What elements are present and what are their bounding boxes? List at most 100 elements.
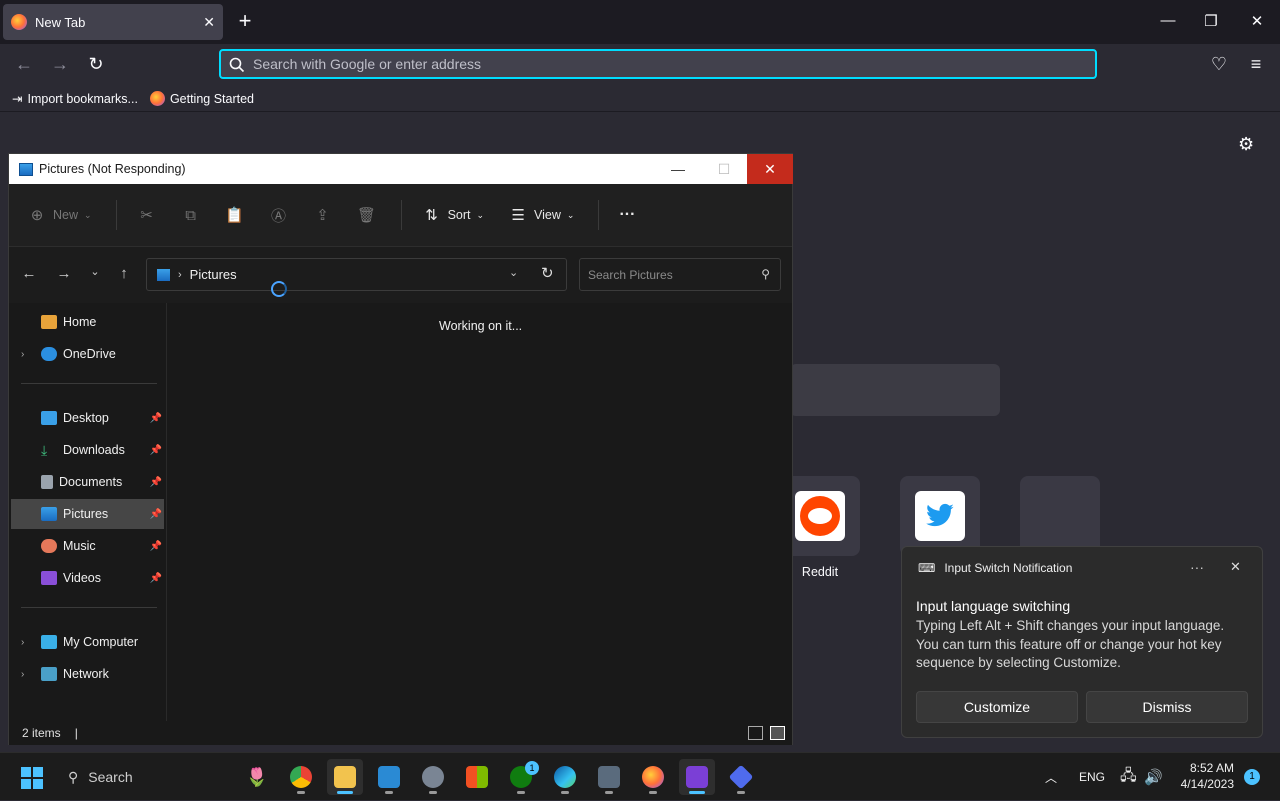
search-input[interactable]: Search Pictures ⚲: [579, 258, 781, 291]
chevron-down-icon: ⌄: [84, 209, 92, 220]
pictures-icon: [41, 507, 57, 521]
nav-item-pictures[interactable]: Pictures 📌: [11, 499, 164, 529]
chevron-right-icon[interactable]: ›: [21, 637, 24, 648]
customize-button[interactable]: Customize: [916, 691, 1078, 723]
taskbar-edge[interactable]: [547, 759, 583, 795]
pin-icon[interactable]: 📌: [150, 413, 162, 424]
shortcut-tile-twitter[interactable]: [900, 476, 980, 556]
pin-icon[interactable]: 📌: [150, 573, 162, 584]
tiles-view-icon[interactable]: [770, 726, 785, 740]
language-indicator[interactable]: ENG: [1079, 753, 1105, 801]
window-title: Pictures (Not Responding): [39, 162, 186, 176]
new-button[interactable]: ⊕ New ⌄: [27, 206, 92, 224]
taskbar-search[interactable]: ⚲ Search 🌷: [58, 759, 278, 795]
bookmark-getting-started[interactable]: Getting Started: [149, 91, 255, 106]
start-button[interactable]: [21, 767, 43, 789]
address-bar[interactable]: Search with Google or enter address: [219, 49, 1097, 79]
chevron-up-icon: ︿: [1045, 770, 1058, 785]
back-button[interactable]: ←: [13, 53, 35, 75]
refresh-icon[interactable]: ↻: [541, 264, 554, 282]
nav-item-documents[interactable]: Documents 📌: [11, 467, 164, 497]
reload-button[interactable]: ↻: [85, 53, 107, 75]
pin-icon[interactable]: 📌: [150, 477, 162, 488]
chevron-right-icon[interactable]: ›: [21, 349, 24, 360]
view-button[interactable]: ☰ View ⌄: [508, 206, 574, 224]
menu-button[interactable]: ≡: [1245, 53, 1267, 75]
nav-item-my-computer[interactable]: › My Computer: [11, 627, 164, 657]
address-bar[interactable]: › Pictures ⌄ ↻: [146, 258, 567, 291]
copy-button[interactable]: ⧉: [181, 206, 201, 224]
notification-app: Input Switch Notification: [944, 561, 1073, 575]
forward-button[interactable]: →: [54, 265, 74, 282]
more-options-button[interactable]: ···: [1190, 559, 1204, 575]
running-indicator: [605, 791, 613, 794]
taskbar-monitor-app[interactable]: [591, 759, 627, 795]
pocket-icon[interactable]: ♡: [1208, 53, 1230, 75]
taskbar-chrome[interactable]: [283, 759, 319, 795]
volume-icon: 🔊: [1144, 769, 1163, 786]
share-button[interactable]: ⇪: [313, 206, 333, 224]
recent-locations-button[interactable]: ⌄: [85, 265, 105, 278]
taskbar-power-automate[interactable]: [723, 759, 759, 795]
network-status[interactable]: 🖧: [1120, 753, 1137, 801]
taskbar-xbox[interactable]: 1: [503, 759, 539, 795]
nav-item-videos[interactable]: Videos 📌: [11, 563, 164, 593]
dismiss-button[interactable]: Dismiss: [1086, 691, 1248, 723]
cut-button[interactable]: ✂: [137, 206, 157, 224]
up-button[interactable]: ↑: [114, 265, 134, 282]
navigation-pane: Home › OneDrive Desktop 📌 ⤓ Downloads 📌 …: [9, 303, 167, 721]
pin-icon[interactable]: 📌: [150, 541, 162, 552]
shortcut-tile-empty[interactable]: [1020, 476, 1100, 556]
status-separator: |: [74, 726, 78, 740]
close-window-button[interactable]: ✕: [1247, 12, 1267, 30]
newtab-search-box[interactable]: [790, 364, 1000, 416]
more-options-button[interactable]: ···: [619, 206, 635, 224]
sort-button[interactable]: ⇅ Sort ⌄: [422, 206, 484, 224]
chevron-down-icon[interactable]: ⌄: [509, 266, 518, 279]
file-list-pane[interactable]: Working on it...: [167, 303, 792, 721]
taskbar-file-explorer[interactable]: [327, 759, 363, 795]
close-button[interactable]: ✕: [1230, 559, 1241, 575]
windows-logo-icon: [21, 779, 31, 789]
details-view-icon[interactable]: [748, 726, 763, 740]
delete-button[interactable]: 🗑: [357, 206, 377, 224]
forward-button[interactable]: →: [49, 53, 71, 75]
bookmark-label: Getting Started: [169, 91, 255, 106]
taskbar-settings[interactable]: [415, 759, 451, 795]
restore-button[interactable]: ❐: [1201, 12, 1221, 30]
nav-item-network[interactable]: › Network: [11, 659, 164, 689]
nav-item-music[interactable]: Music 📌: [11, 531, 164, 561]
explorer-titlebar[interactable]: Pictures (Not Responding) — ☐ ✕: [9, 154, 793, 184]
search-icon: ⚲: [761, 267, 770, 281]
minimize-button[interactable]: —: [655, 154, 701, 184]
nav-label: Downloads: [63, 443, 125, 457]
nav-item-home[interactable]: Home: [11, 307, 164, 337]
minimize-button[interactable]: —: [1158, 12, 1178, 29]
tab-close-icon[interactable]: ✕: [203, 14, 215, 31]
taskbar-mail[interactable]: [371, 759, 407, 795]
maximize-button[interactable]: ☐: [701, 154, 747, 184]
taskbar-firefox[interactable]: [635, 759, 671, 795]
nav-item-desktop[interactable]: Desktop 📌: [11, 403, 164, 433]
new-tab-button[interactable]: +: [235, 10, 255, 34]
show-hidden-icons-button[interactable]: ︿: [1045, 753, 1057, 801]
taskbar: ⚲ Search 🌷 1 ︿ ENG 🖧 🔊 8:52 AM 4/14/2023…: [0, 752, 1280, 800]
tab-new-tab[interactable]: New Tab ✕: [3, 4, 223, 40]
nav-item-onedrive[interactable]: › OneDrive: [11, 339, 164, 369]
pin-icon[interactable]: 📌: [150, 445, 162, 456]
taskbar-clipchamp[interactable]: [679, 759, 715, 795]
volume-control[interactable]: 🔊: [1144, 753, 1163, 801]
nav-item-downloads[interactable]: ⤓ Downloads 📌: [11, 435, 164, 465]
back-button[interactable]: ←: [19, 265, 39, 282]
chevron-right-icon[interactable]: ›: [21, 669, 24, 680]
breadcrumb[interactable]: Pictures: [190, 267, 237, 282]
rename-button[interactable]: Ⓐ: [269, 206, 289, 225]
pin-icon[interactable]: 📌: [150, 509, 162, 520]
gear-icon[interactable]: ⚙: [1238, 134, 1254, 155]
system-clock[interactable]: 8:52 AM 4/14/2023: [1168, 760, 1234, 792]
close-window-button[interactable]: ✕: [747, 154, 793, 184]
taskbar-store[interactable]: [459, 759, 495, 795]
bookmark-import[interactable]: ⇥ Import bookmarks...: [12, 91, 138, 107]
notification-center-badge[interactable]: 1: [1244, 769, 1260, 785]
paste-button[interactable]: 📋: [225, 206, 245, 224]
